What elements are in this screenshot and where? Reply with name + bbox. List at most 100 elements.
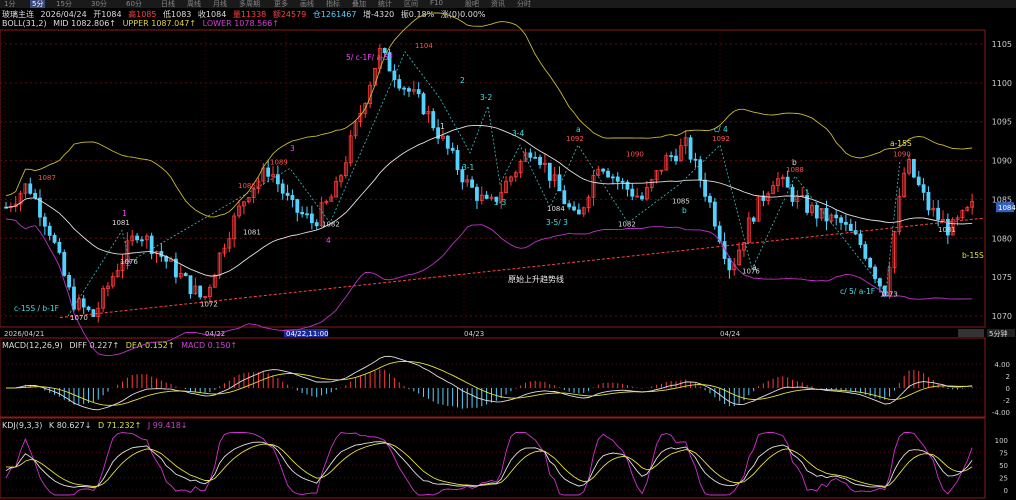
candle-body	[844, 221, 848, 225]
kdj-j-line	[5, 432, 973, 496]
kdj-y-label: 50	[999, 462, 1008, 470]
candle-body	[911, 159, 916, 178]
candle-body	[873, 266, 877, 280]
candle-body	[601, 168, 606, 172]
candle-body	[785, 176, 790, 188]
price-panel-frame	[0, 29, 986, 328]
macd-y-label: -4.00	[992, 409, 1010, 417]
candle-body	[67, 275, 72, 288]
candle-body	[567, 203, 572, 208]
price-label: 1104	[415, 42, 433, 50]
candle-body	[727, 258, 732, 271]
candle-body	[86, 306, 91, 311]
candle-body	[285, 192, 290, 196]
candle-body	[916, 176, 921, 186]
candle-body	[305, 213, 309, 216]
candle-body	[450, 147, 455, 151]
wave-label: 4	[326, 236, 331, 245]
y-tick-label: 1080	[992, 234, 1012, 243]
candle-body	[188, 275, 193, 295]
price-label: 1072	[200, 301, 218, 309]
candle-body	[693, 158, 698, 161]
candle-body	[280, 183, 285, 194]
x-tick-label: 04/24	[720, 330, 741, 338]
price-label: 1088	[786, 166, 804, 174]
wave-label: b	[682, 206, 687, 215]
current-price-tag: 1084	[998, 204, 1016, 212]
wave-zigzag	[67, 50, 901, 317]
y-tick-label: 1095	[992, 118, 1012, 127]
macd-y-label: 2	[1006, 373, 1010, 381]
candle-body	[392, 70, 397, 80]
y-tick-label: 1090	[992, 157, 1012, 166]
candle-body	[407, 88, 411, 92]
y-tick-label: 1105	[992, 40, 1012, 49]
candle-body	[290, 195, 295, 200]
wave-label: c/ 5/ a-1F	[840, 287, 875, 296]
kdj-y-label: 0	[1004, 487, 1008, 495]
macd-dea-line	[6, 360, 973, 406]
candle-body	[858, 233, 863, 245]
wave-label: 3	[290, 144, 295, 153]
kdj-d-line	[5, 442, 973, 487]
candle-body	[300, 211, 305, 215]
candle-body	[630, 188, 635, 197]
kdj-y-label: 100	[995, 437, 1008, 445]
candle-body	[615, 176, 620, 182]
wave-label: c-15S / b-1F	[14, 304, 59, 313]
wave-label: b	[792, 158, 797, 167]
wave-label: 2	[126, 259, 131, 268]
candle-body	[712, 201, 717, 227]
candle-body	[790, 186, 795, 202]
y-tick-label: 1100	[992, 79, 1012, 88]
candle-body	[839, 217, 843, 223]
price-label: 1086	[238, 182, 256, 190]
price-label: 1092	[712, 135, 730, 143]
candle-body	[470, 179, 474, 188]
wave-label: 3-1	[462, 163, 474, 172]
candle-body	[688, 137, 693, 160]
candle-body	[91, 309, 96, 317]
price-label: 1090	[893, 151, 911, 159]
candle-body	[824, 208, 829, 222]
candle-body	[266, 167, 271, 177]
candle-body	[135, 235, 139, 241]
candle-body	[533, 156, 538, 159]
wave-label: 5/ c-1F/ a-5F	[346, 53, 393, 62]
candle-body	[72, 286, 76, 310]
candle-body	[610, 176, 615, 179]
candle-body	[475, 186, 479, 201]
x-tick-label: 04/22	[205, 330, 225, 338]
candle-body	[198, 285, 203, 298]
candle-body	[402, 87, 407, 90]
price-label: 1081	[938, 226, 956, 234]
wave-label: a	[576, 125, 581, 134]
candle-body	[620, 180, 625, 183]
macd-y-label: 4.00	[994, 361, 1010, 369]
candle-body	[572, 206, 576, 211]
candle-body	[33, 192, 38, 199]
x-tick-label: 04/23	[464, 330, 484, 338]
kdj-y-label: 75	[999, 450, 1008, 458]
kline-chart[interactable]: 107010751080108510901095110011052026/04/…	[0, 0, 1016, 500]
candle-body	[52, 234, 57, 243]
price-label: 1081	[243, 228, 261, 236]
scroll-box	[958, 329, 984, 337]
kdj-y-label: 25	[999, 475, 1008, 483]
candle-body	[703, 179, 708, 197]
candle-body	[149, 235, 154, 255]
kdj-panel-frame	[0, 417, 986, 499]
y-tick-label: 1075	[992, 273, 1012, 282]
trendline-label: 原始上升趋势线	[508, 274, 564, 284]
macd-y-label: -2	[1003, 397, 1010, 405]
candle-body	[848, 223, 853, 231]
candle-body	[538, 157, 542, 165]
macd-panel-frame	[0, 337, 986, 418]
candle-body	[547, 162, 552, 181]
candle-body	[382, 48, 387, 53]
candle-body	[814, 204, 819, 219]
price-label: 1092	[566, 135, 584, 143]
candle-body	[62, 252, 67, 276]
candle-body	[640, 195, 644, 200]
price-label: 1087	[38, 174, 56, 182]
